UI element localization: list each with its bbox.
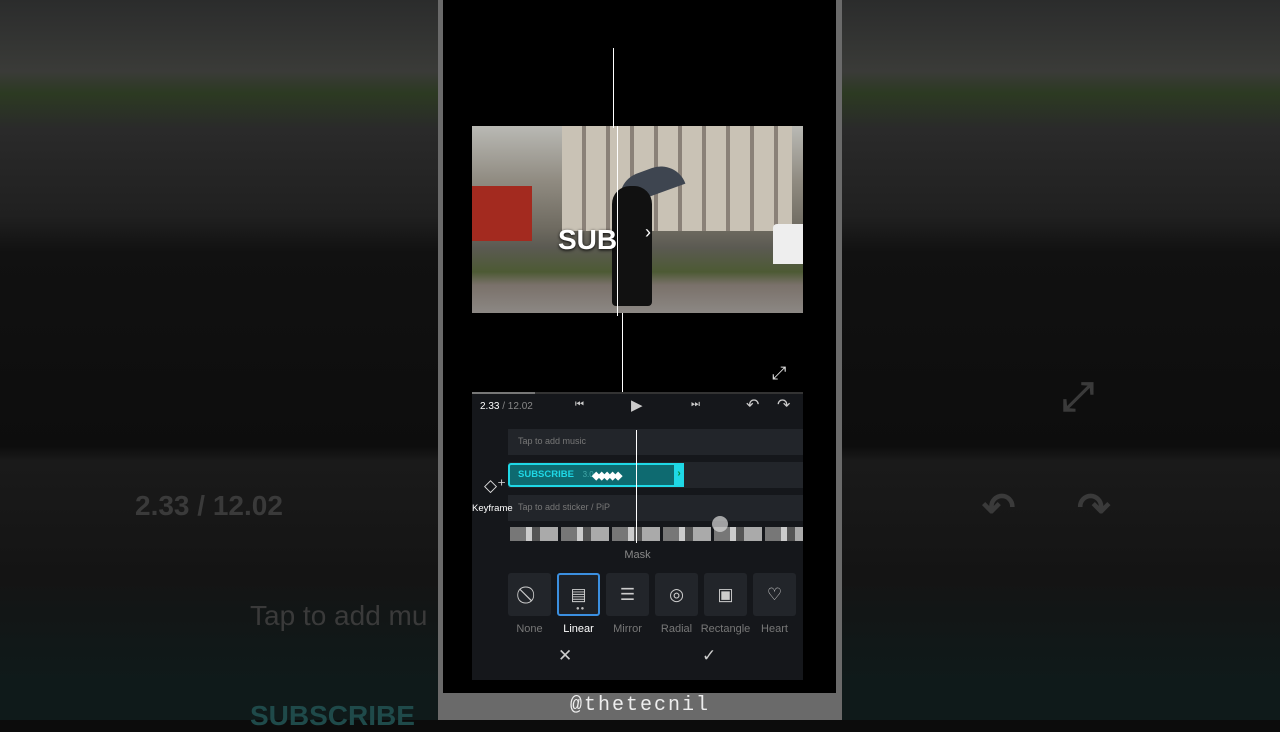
mask-option-mirror[interactable]: ☰ Mirror	[606, 573, 649, 635]
video-preview[interactable]: SUB ›	[472, 126, 803, 313]
mask-rectangle-icon: ▣	[717, 584, 734, 604]
mask-option-linear[interactable]: ▤ ●● Linear	[557, 573, 600, 635]
watermark: @thetecnil	[569, 694, 711, 717]
truck	[472, 186, 532, 241]
mask-radial-icon: ◎	[669, 584, 684, 604]
mask-line[interactable]	[617, 126, 618, 316]
ghost-subscribe: SUBSCRIBE	[250, 700, 415, 731]
touch-indicator	[712, 516, 728, 532]
mask-title: Mask	[624, 549, 651, 561]
text-clip-label: SUBSCRIBE	[518, 469, 574, 480]
mask-option-heart[interactable]: ♡ Heart	[753, 573, 796, 635]
ghost-undo-icon: ↶	[982, 486, 1016, 530]
editor-panel: 2.33 / 12.02 ⏮ ▶ ⏭ ↶ ↷ Tap to add music …	[472, 392, 803, 680]
fullscreen-icon[interactable]: ⤢	[772, 363, 786, 384]
mask-option-label: None	[516, 623, 543, 635]
mask-option-box: ☰	[606, 573, 649, 616]
confirm-icon[interactable]: ✓	[702, 646, 716, 666]
keyframe-add-icon[interactable]: ◇⁺	[484, 476, 506, 496]
current-time: 2.33	[480, 401, 500, 412]
mask-option-box: ▤ ●●	[557, 573, 600, 616]
ghost-redo-icon: ↷	[1077, 486, 1111, 530]
undo-icon[interactable]: ↶	[746, 395, 759, 415]
redo-icon[interactable]: ↷	[777, 395, 790, 415]
mask-options: ⃠ None ▤ ●● Linear ☰ Mirror ◎ Radial ▣ Rectangle ♡ H…	[508, 573, 796, 635]
music-track[interactable]: Tap to add music	[508, 429, 803, 455]
pedestrian	[612, 186, 652, 306]
play-icon[interactable]: ▶	[631, 396, 643, 414]
mask-linear-icon: ▤	[570, 584, 587, 604]
ghost-expand-icon: ⤢	[1062, 375, 1094, 419]
mask-option-label: Mirror	[613, 623, 642, 635]
mask-option-box: ⃠	[508, 573, 551, 616]
mask-option-box: ▣	[704, 573, 747, 616]
cancel-icon[interactable]: ✕	[558, 646, 572, 666]
page-dots-icon: ●●	[576, 606, 586, 612]
text-clip[interactable]: SUBSCRIBE 3.0 ◆◆◆◆◆ ›	[508, 463, 684, 487]
playhead[interactable]	[636, 430, 637, 543]
ghost-time: 2.33 / 12.02	[135, 490, 283, 521]
progress-fill	[472, 392, 535, 394]
mask-feather-handle-icon[interactable]: ›	[645, 222, 651, 243]
blurred-background-left: 2.33 / 12.02 Tap to add mu SUBSCRIBE	[0, 0, 438, 731]
total-time: / 12.02	[499, 401, 533, 412]
blurred-background-right: ⤢ ↶ ↷	[842, 0, 1280, 720]
mask-line-top[interactable]	[613, 48, 614, 128]
clip-end-handle[interactable]: ›	[674, 463, 684, 487]
car	[773, 224, 803, 264]
time-readout: 2.33 / 12.02	[480, 401, 533, 412]
mask-option-box: ◎	[655, 573, 698, 616]
mask-heart-icon: ♡	[766, 584, 783, 604]
mask-option-label: Rectangle	[700, 623, 751, 635]
mask-option-rectangle[interactable]: ▣ Rectangle	[701, 573, 750, 635]
mask-mirror-icon: ☰	[619, 584, 636, 604]
ghost-music: Tap to add mu	[250, 600, 428, 631]
mask-option-label: Linear	[563, 623, 594, 635]
keyframe-label[interactable]: Keyframe	[472, 503, 513, 514]
progress-bar[interactable]	[472, 392, 803, 394]
keyframe-markers-icon[interactable]: ◆◆◆◆◆	[592, 469, 622, 482]
prev-icon[interactable]: ⏮	[575, 399, 584, 410]
mask-option-none[interactable]: ⃠ None	[508, 573, 551, 635]
video-filmstrip[interactable]	[510, 527, 803, 541]
overlay-text: SUB	[558, 224, 618, 255]
mask-option-box: ♡	[753, 573, 796, 616]
mask-line-bottom[interactable]	[622, 313, 623, 393]
mask-option-radial[interactable]: ◎ Radial	[655, 573, 698, 635]
sticker-track[interactable]: Tap to add sticker / PiP	[508, 495, 803, 521]
next-icon[interactable]: ⏭	[691, 399, 700, 410]
mask-option-label: Radial	[660, 623, 693, 635]
mask-option-label: Heart	[761, 623, 788, 635]
